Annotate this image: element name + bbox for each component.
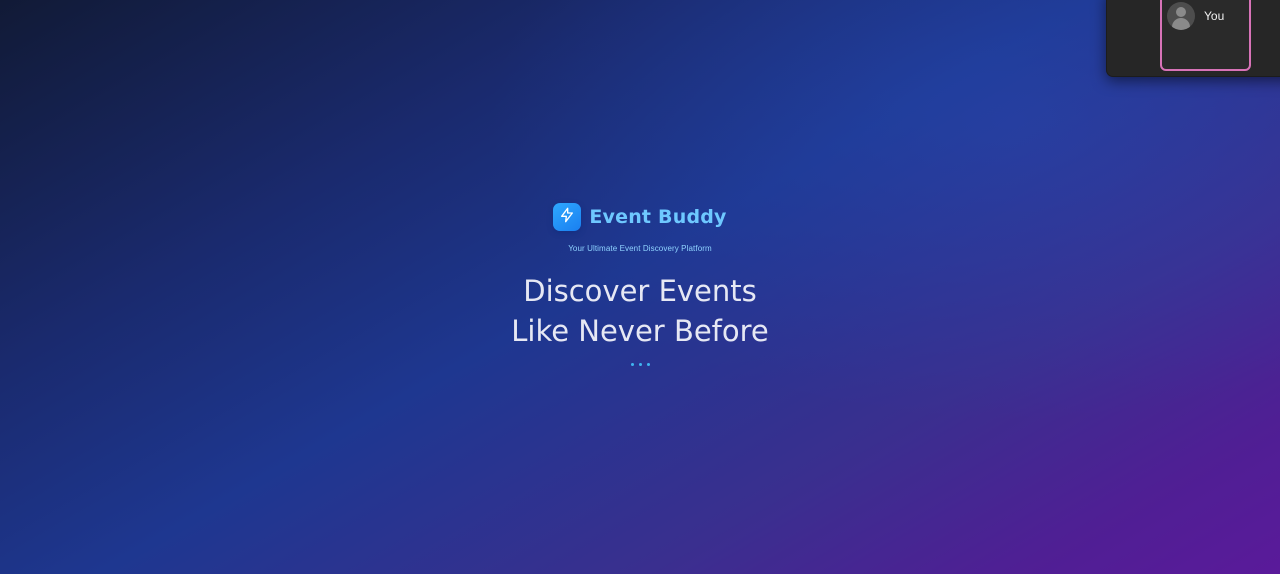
video-call-overlay[interactable]: You: [1106, 0, 1280, 77]
loading-indicator: [630, 363, 650, 366]
splash-hero: Event Buddy Your Ultimate Event Discover…: [0, 202, 1280, 366]
loading-dot: [646, 363, 650, 366]
user-avatar-icon: [1167, 2, 1195, 30]
self-participant-label: You: [1204, 9, 1225, 23]
loading-dot: [630, 363, 634, 366]
hero-headline: Discover Events Like Never Before: [511, 271, 769, 351]
app-tagline: Your Ultimate Event Discovery Platform: [568, 244, 712, 253]
headline-line-1: Discover Events: [523, 274, 757, 308]
lightning-bolt-icon: [559, 207, 575, 228]
brand-header: Event Buddy: [553, 202, 726, 232]
app-logo: [553, 203, 582, 231]
self-video-tile[interactable]: You: [1160, 0, 1251, 71]
loading-dot: [638, 363, 642, 366]
app-name: Event Buddy: [589, 206, 727, 228]
headline-line-2: Like Never Before: [511, 314, 769, 348]
